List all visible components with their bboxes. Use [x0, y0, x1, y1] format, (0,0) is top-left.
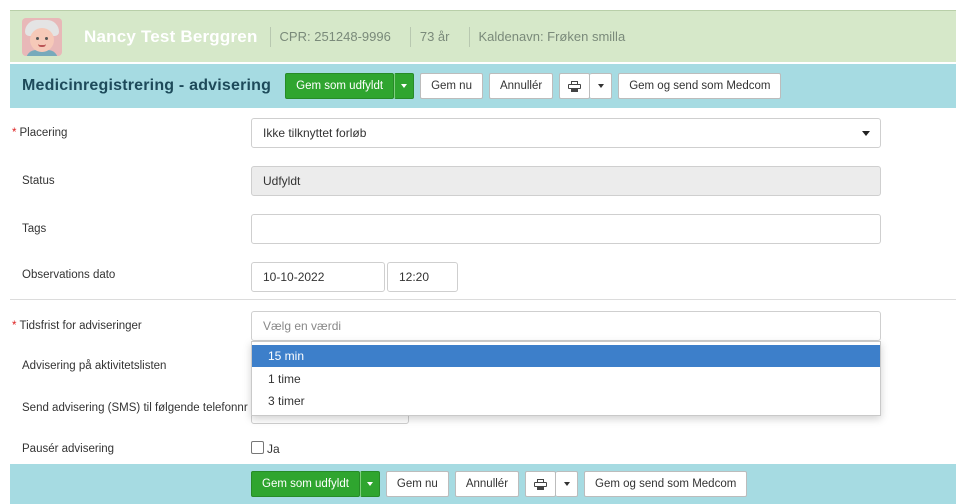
- printer-icon: [534, 478, 548, 490]
- print-button[interactable]: [525, 471, 557, 497]
- section-divider: [10, 299, 956, 300]
- tags-label: Tags: [22, 223, 47, 235]
- pause-checkbox[interactable]: [251, 441, 264, 454]
- status-value: Udfyldt: [263, 174, 301, 188]
- page-title: Medicinregistrering - advisering: [22, 77, 272, 94]
- chevron-down-icon: [366, 482, 373, 486]
- required-marker: *: [12, 320, 17, 332]
- observation-time-input[interactable]: 12:20: [387, 262, 458, 292]
- chevron-down-icon: [563, 482, 570, 486]
- placement-label: * Placering: [12, 127, 68, 139]
- bottom-toolbar: Gem som udfyldt Gem nu Annullér Gem og s…: [10, 464, 956, 504]
- save-filled-dropdown-button[interactable]: [359, 471, 380, 497]
- dropdown-option[interactable]: 3 timer: [252, 390, 880, 412]
- save-now-button[interactable]: Gem nu: [420, 73, 483, 99]
- print-group: [559, 73, 613, 99]
- cancel-button[interactable]: Annullér: [454, 471, 520, 497]
- print-button[interactable]: [559, 73, 591, 99]
- status-label: Status: [22, 175, 55, 187]
- save-filled-dropdown-button[interactable]: [394, 73, 415, 99]
- activity-list-label: Advisering på aktivitetslisten: [22, 360, 167, 372]
- dropdown-option[interactable]: 1 time: [252, 368, 880, 390]
- placement-value: Ikke tilknyttet forløb: [263, 126, 367, 140]
- patient-name: Nancy Test Berggren: [84, 26, 258, 46]
- print-dropdown-button[interactable]: [590, 73, 613, 99]
- patient-cpr: CPR: 251248-9996: [269, 26, 400, 47]
- top-toolbar: Medicinregistrering - advisering Gem som…: [10, 64, 956, 108]
- pause-label: Pausér advisering: [22, 443, 115, 455]
- required-marker: *: [12, 127, 17, 139]
- chevron-down-icon: [862, 131, 870, 136]
- observation-date-input[interactable]: 10-10-2022: [251, 262, 385, 292]
- deadline-placeholder: Vælg en værdi: [263, 319, 342, 333]
- deadline-select[interactable]: Vælg en værdi: [251, 311, 881, 341]
- patient-nickname: Kaldenavn: Frøken smilla: [468, 26, 635, 47]
- patient-avatar: [22, 17, 62, 56]
- observation-time-value: 12:20: [399, 270, 430, 284]
- patient-age: 73 år: [409, 26, 459, 47]
- print-dropdown-button[interactable]: [556, 471, 579, 497]
- save-now-button[interactable]: Gem nu: [385, 471, 449, 497]
- save-filled-button[interactable]: Gem som udfyldt: [285, 73, 395, 99]
- status-field: Udfyldt: [251, 166, 881, 196]
- save-filled-group: Gem som udfyldt: [285, 73, 415, 99]
- placement-select[interactable]: Ikke tilknyttet forløb: [251, 118, 881, 148]
- dropdown-option[interactable]: 15 min: [252, 345, 880, 367]
- pause-checkbox-label[interactable]: Ja: [267, 442, 280, 456]
- chevron-down-icon: [401, 84, 408, 88]
- save-filled-button[interactable]: Gem som udfyldt: [251, 471, 360, 497]
- sms-label: Send advisering (SMS) til følgende telef…: [22, 402, 248, 414]
- save-send-medcom-button[interactable]: Gem og send som Medcom: [584, 471, 748, 497]
- save-send-medcom-button[interactable]: Gem og send som Medcom: [618, 73, 782, 99]
- save-filled-group: Gem som udfyldt: [251, 471, 380, 497]
- chevron-down-icon: [597, 84, 604, 88]
- patient-header: Nancy Test Berggren CPR: 251248-9996 73 …: [10, 10, 956, 62]
- deadline-dropdown-list: 15 min 1 time 3 timer: [251, 341, 881, 416]
- printer-icon: [568, 80, 582, 92]
- deadline-label: * Tidsfrist for adviseringer: [12, 320, 142, 332]
- observation-date-label: Observations dato: [22, 269, 116, 281]
- observation-date-value: 10-10-2022: [263, 270, 325, 284]
- tags-input[interactable]: [251, 214, 881, 244]
- cancel-button[interactable]: Annullér: [488, 73, 554, 99]
- print-group: [525, 471, 579, 497]
